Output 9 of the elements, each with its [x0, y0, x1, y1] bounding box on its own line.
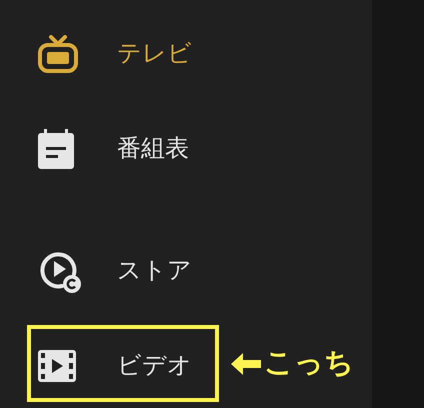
annotation-text: こっち — [264, 346, 354, 381]
menu-item[interactable]: ストア — [38, 251, 208, 291]
film-icon — [38, 350, 76, 382]
menu-item[interactable]: テレビ — [38, 34, 208, 74]
tv-icon — [38, 35, 78, 73]
menu-item[interactable]: ビデオ — [38, 346, 208, 386]
calendar-icon — [38, 129, 74, 169]
menu-item[interactable]: 番組表 — [38, 129, 208, 169]
arrow-icon — [231, 352, 261, 375]
